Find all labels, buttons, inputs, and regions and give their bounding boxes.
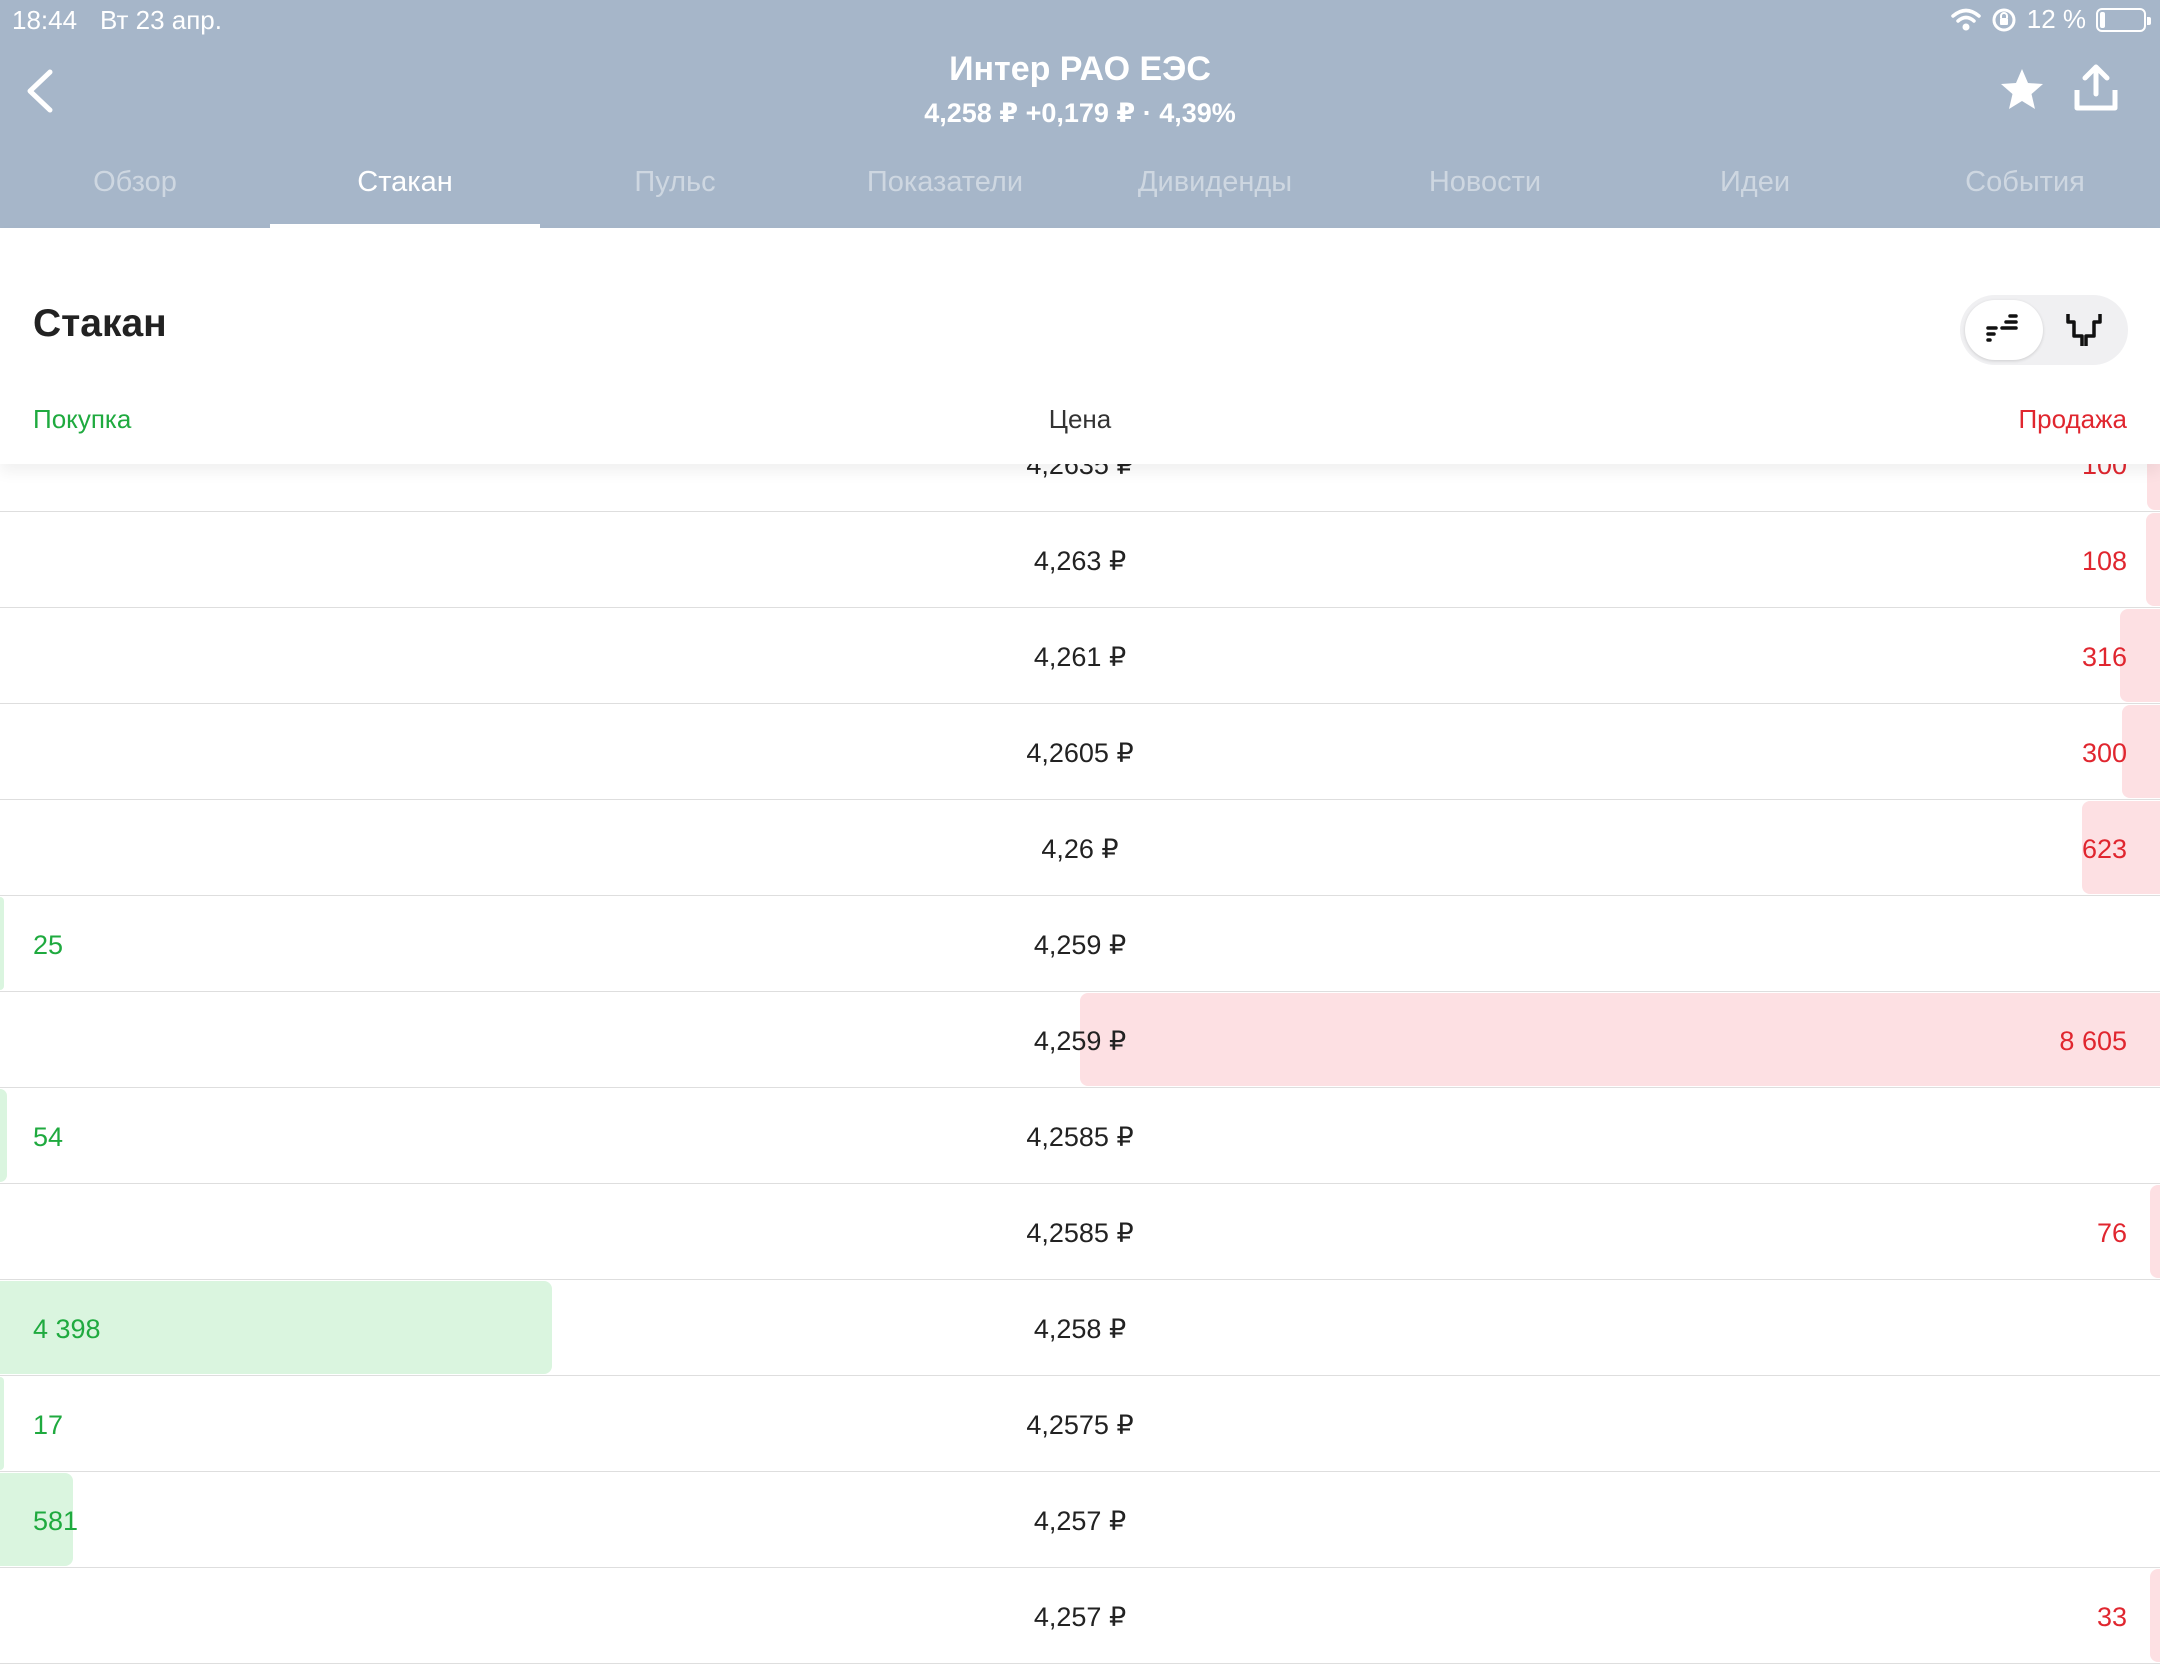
orderbook-row[interactable]: 4,26 ₽ 623 (0, 800, 2160, 896)
chart-view-button[interactable] (2045, 300, 2123, 360)
section-title: Стакан (33, 302, 167, 345)
orderbook-row[interactable]: 4,263 ₽ 108 (0, 512, 2160, 608)
sell-volume-bar (2122, 705, 2160, 798)
tab-overview[interactable]: Обзор (0, 154, 270, 228)
sell-quantity: 33 (2096, 1602, 2127, 1632)
buy-quantity: 17 (33, 1410, 64, 1440)
orderbook-row[interactable]: 17 4,2575 ₽ (0, 1376, 2160, 1472)
price-level: 4,26 ₽ (1041, 834, 1119, 864)
buy-volume-bar (0, 897, 4, 990)
sell-volume-bar (2146, 513, 2160, 606)
wifi-icon (1950, 8, 1981, 30)
sell-quantity: 316 (2081, 642, 2127, 672)
instrument-title: Интер РАО ЕЭС (949, 50, 1211, 88)
battery-icon (2096, 7, 2151, 32)
price-level: 4,2585 ₽ (1026, 1122, 1134, 1152)
buy-quantity: 581 (33, 1506, 79, 1536)
buy-volume-bar (0, 1377, 4, 1470)
sell-volume-bar (2150, 1569, 2160, 1662)
orderbook-row[interactable]: 4,259 ₽ 8 605 (0, 992, 2160, 1088)
tab-ideas[interactable]: Идеи (1620, 154, 1890, 228)
sell-quantity: 76 (2096, 1218, 2127, 1248)
price-level: 4,261 ₽ (1033, 642, 1127, 672)
view-mode-toggle (1960, 295, 2128, 365)
orderbook-row[interactable]: 581 4,257 ₽ (0, 1472, 2160, 1568)
status-indicators: 12 % (1950, 4, 2151, 35)
star-icon[interactable] (1998, 66, 2046, 114)
sell-quantity: 623 (2081, 834, 2127, 864)
buy-quantity: 4 398 (33, 1314, 101, 1344)
tab-pulse[interactable]: Пульс (540, 154, 810, 228)
price-level: 4,257 ₽ (1033, 1602, 1127, 1632)
price-level: 4,257 ₽ (1033, 1506, 1127, 1536)
tab-events[interactable]: События (1890, 154, 2160, 228)
tab-indicators[interactable]: Показатели (810, 154, 1080, 228)
price-level: 4,2575 ₽ (1026, 1410, 1134, 1440)
orderbook-row[interactable]: 54 4,2585 ₽ (0, 1088, 2160, 1184)
orderbook-row[interactable]: 4 398 4,258 ₽ (0, 1280, 2160, 1376)
share-icon[interactable] (2072, 64, 2120, 114)
tab-news[interactable]: Новости (1350, 154, 1620, 228)
column-header-price: Цена (1048, 404, 1112, 434)
price-level: 4,2585 ₽ (1026, 1218, 1134, 1248)
orderbook-row[interactable]: 4,257 ₽ 33 (0, 1568, 2160, 1664)
orderbook-row[interactable]: 4,261 ₽ 316 (0, 608, 2160, 704)
list-view-button[interactable] (1965, 300, 2043, 360)
column-header-buy: Покупка (33, 404, 132, 434)
list-depth-icon (1986, 314, 2018, 342)
tab-dividends[interactable]: Дивиденды (1080, 154, 1350, 228)
app-header: 18:44 Вт 23 апр. 12 % Интер РАО ЕЭС 4,25… (0, 0, 2160, 228)
sell-volume-bar (2150, 1185, 2160, 1278)
status-date: Вт 23 апр. (100, 5, 222, 35)
price-level: 4,263 ₽ (1033, 546, 1127, 576)
battery-percent: 12 % (2026, 4, 2086, 34)
depth-chart-icon (2066, 314, 2102, 346)
status-bar: 18:44 Вт 23 апр. 12 % (0, 0, 2160, 40)
sell-quantity: 108 (2081, 546, 2127, 576)
buy-quantity: 54 (33, 1122, 64, 1152)
buy-quantity: 25 (33, 930, 64, 960)
orderbook-row[interactable]: 25 4,259 ₽ (0, 896, 2160, 992)
tab-bar: Обзор Стакан Пульс Показатели Дивиденды … (0, 154, 2160, 228)
price-level: 4,258 ₽ (1033, 1314, 1127, 1344)
price-level: 4,259 ₽ (1033, 1026, 1127, 1056)
sell-quantity: 300 (2081, 738, 2127, 768)
orderbook-header: Стакан Покупка Цена Продажа (0, 228, 2160, 464)
status-time: 18:44 (12, 5, 78, 35)
price-level: 4,259 ₽ (1033, 930, 1127, 960)
tab-orderbook[interactable]: Стакан (270, 154, 540, 228)
orderbook-row[interactable]: 4,2605 ₽ 300 (0, 704, 2160, 800)
price-level: 4,2605 ₽ (1026, 738, 1134, 768)
sell-quantity: 8 605 (2059, 1026, 2127, 1056)
orientation-lock-icon (1992, 8, 2016, 31)
buy-volume-bar (0, 1089, 7, 1182)
battery-level (2100, 11, 2106, 28)
orderbook-row[interactable]: 4,2585 ₽ 76 (0, 1184, 2160, 1280)
column-header-sell: Продажа (2018, 404, 2127, 434)
instrument-price-change: 4,258 ₽ +0,179 ₽ · 4,39% (924, 98, 1236, 128)
